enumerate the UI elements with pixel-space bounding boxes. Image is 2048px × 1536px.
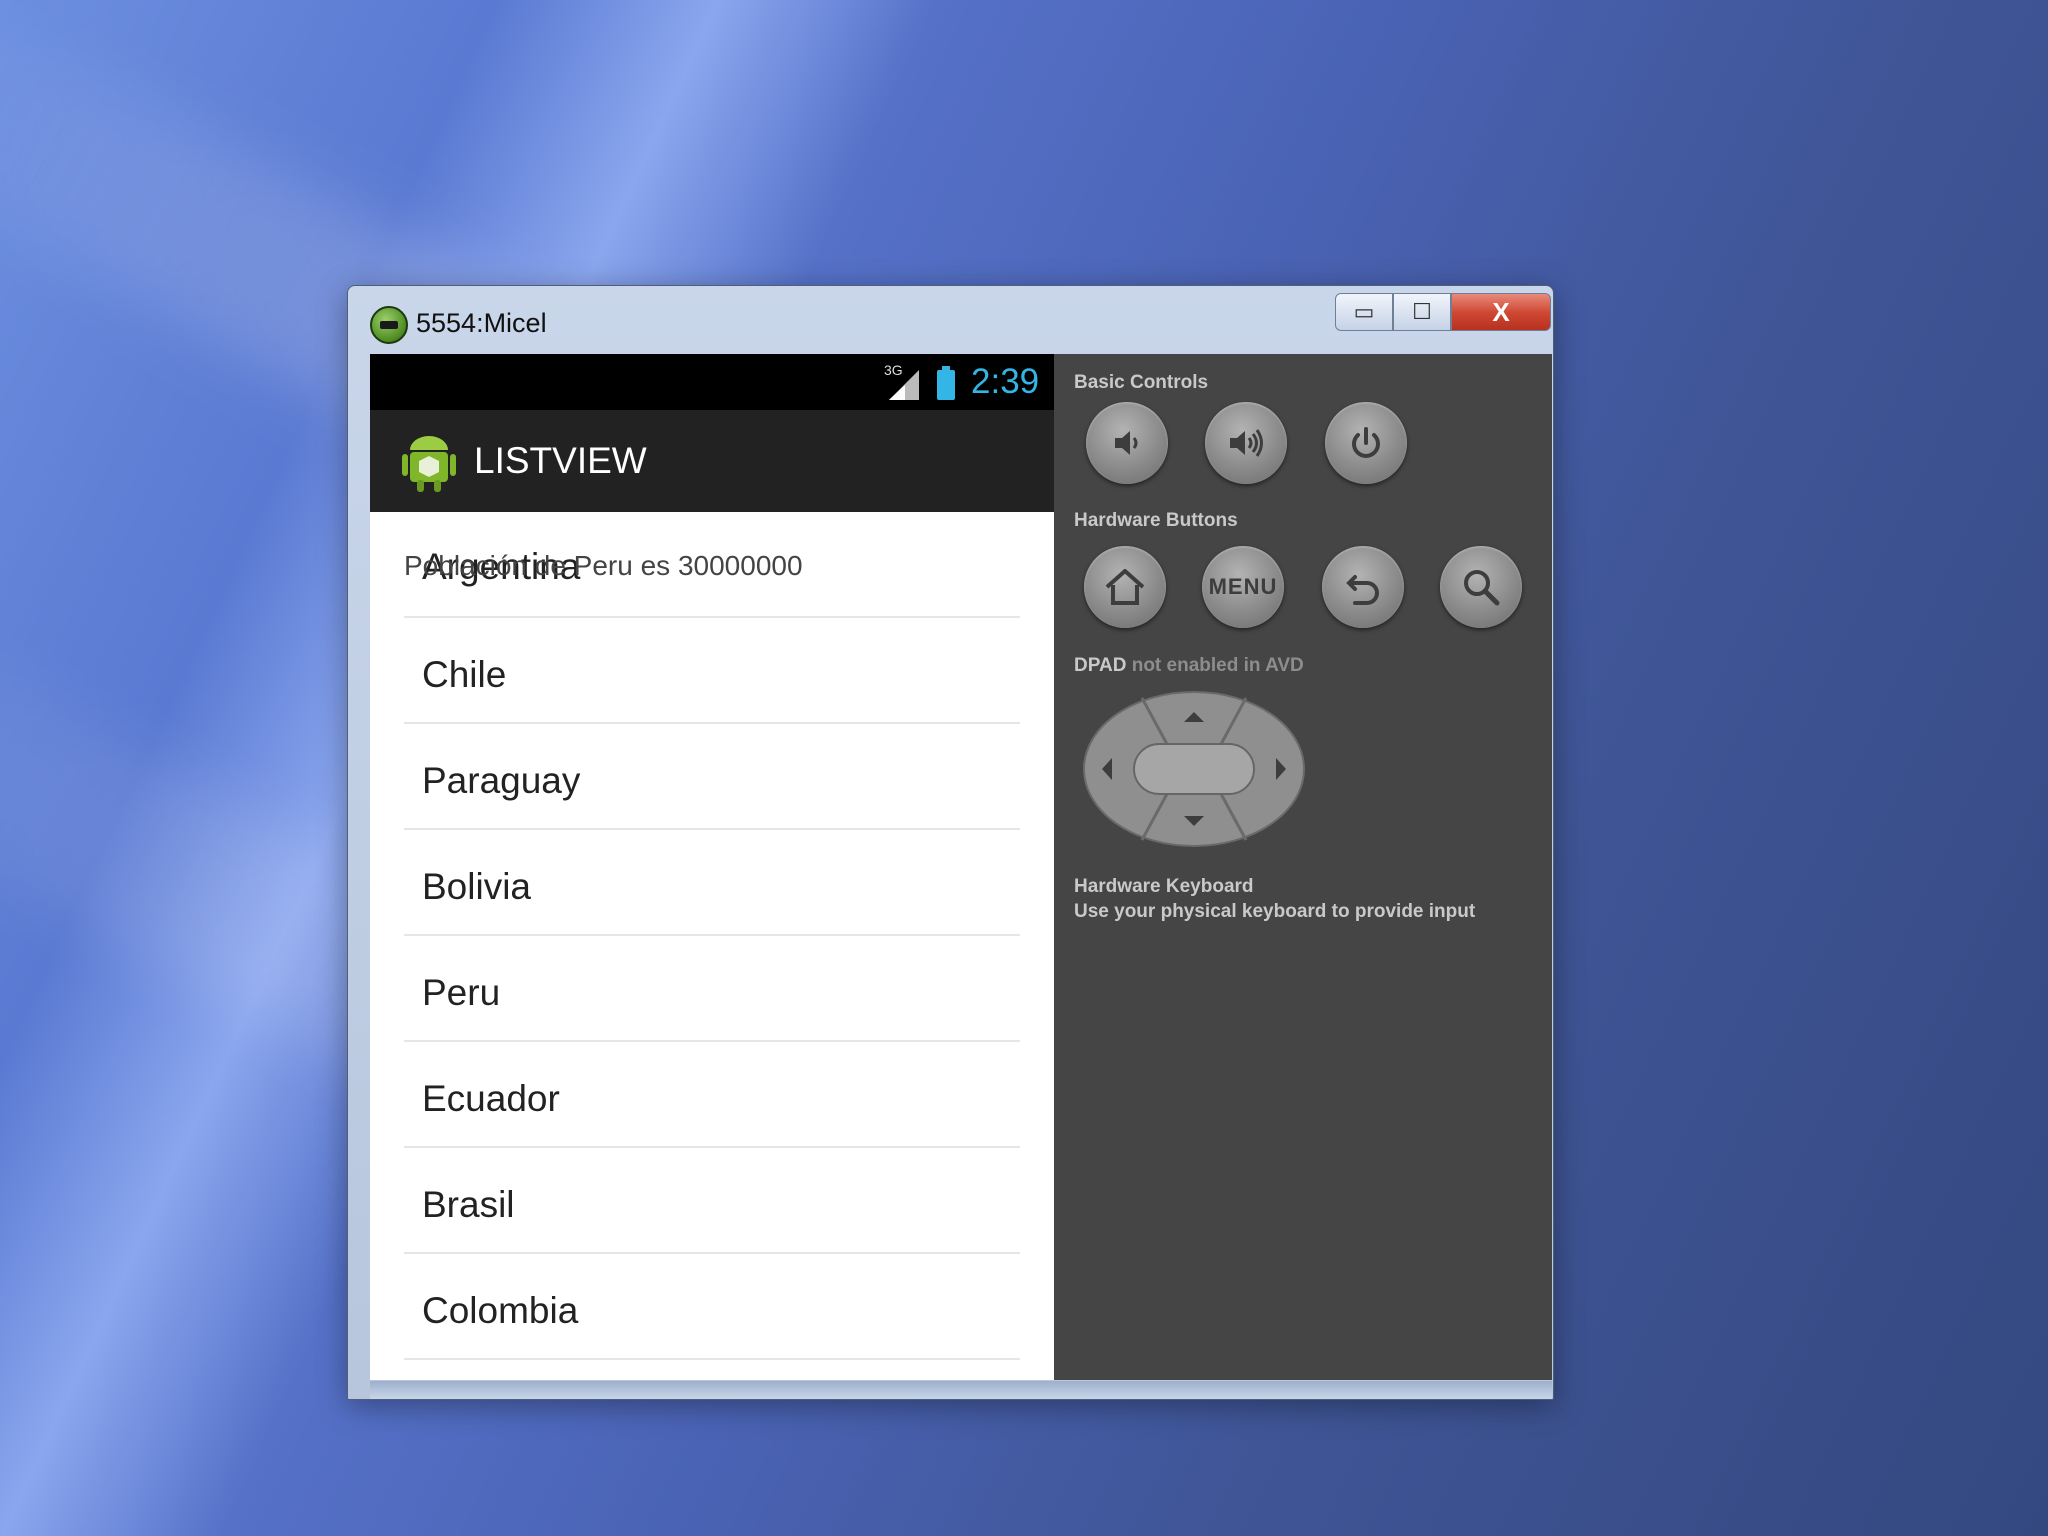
menu-button-label: MENU <box>1208 574 1278 599</box>
list-item-label: Paraguay <box>422 760 581 801</box>
list-item[interactable]: Paraguay <box>404 724 1020 830</box>
back-icon <box>1346 575 1379 605</box>
list-item[interactable]: Bolivia <box>404 830 1020 936</box>
home-button[interactable] <box>1084 546 1166 628</box>
window-title: 5554:Micel <box>416 308 547 338</box>
list-item[interactable]: Ecuador <box>404 1042 1020 1148</box>
android-icon <box>402 436 456 492</box>
back-button[interactable] <box>1322 546 1404 628</box>
hardware-keyboard-heading: Hardware Keyboard <box>1074 876 1254 897</box>
dpad-label: DPAD <box>1074 655 1127 676</box>
dpad-control <box>1083 691 1305 847</box>
search-icon <box>1464 570 1500 606</box>
list-item[interactable]: Peru <box>404 936 1020 1042</box>
window-titlebar[interactable]: 5554:Micel ▭ ☐ X <box>348 286 1553 354</box>
toast-message: Población de Peru es 30000000 <box>404 550 803 581</box>
action-bar: LISTVIEW <box>370 410 1054 512</box>
list-item-label: Peru <box>422 972 501 1013</box>
battery-icon <box>937 366 955 400</box>
list-item-label: Brasil <box>422 1184 515 1225</box>
list-item[interactable]: Brasil <box>404 1148 1020 1254</box>
home-icon <box>1105 569 1145 605</box>
list-item[interactable]: Colombia <box>404 1254 1020 1360</box>
signal-icon <box>889 370 919 400</box>
list-item-label: Chile <box>422 654 507 695</box>
close-button[interactable]: X <box>1451 293 1551 331</box>
list-item-label: Bolivia <box>422 866 531 907</box>
list-item[interactable]: Chile <box>404 618 1020 724</box>
list-item-label: Colombia <box>422 1290 579 1331</box>
country-list: Argentina Chile Paraguay Bolivia Peru Ec… <box>404 512 1020 1360</box>
volume-up-button[interactable] <box>1205 402 1287 484</box>
status-clock: 2:39 <box>971 362 1040 401</box>
emulator-controls-panel: Basic Controls Hardware Buttons MENU DPA… <box>1054 354 1552 1380</box>
hardware-buttons-heading: Hardware Buttons <box>1074 510 1238 531</box>
dpad-note: not enabled in AVD <box>1131 655 1304 676</box>
window-bottom-border <box>370 1381 1552 1399</box>
app-title: LISTVIEW <box>474 440 647 481</box>
minimize-button[interactable]: ▭ <box>1335 293 1393 331</box>
volume-down-icon <box>1115 431 1138 455</box>
emulator-app-icon <box>370 306 408 344</box>
search-button[interactable] <box>1440 546 1522 628</box>
maximize-button[interactable]: ☐ <box>1393 293 1451 331</box>
emulator-client-area: 3G 2:39 LISTVIEW Argentina Chile Paragua… <box>370 354 1552 1380</box>
dpad-heading: DPAD not enabled in AVD <box>1074 655 1304 677</box>
window-controls: ▭ ☐ X <box>1335 293 1551 331</box>
menu-button[interactable]: MENU <box>1202 546 1284 628</box>
list-item-label: Ecuador <box>422 1078 560 1119</box>
hardware-keyboard-note: Use your physical keyboard to provide in… <box>1074 901 1476 922</box>
emulator-window: 5554:Micel ▭ ☐ X 3G 2:39 LISTVIEW Argent… <box>347 285 1554 1400</box>
status-bar: 3G 2:39 <box>370 354 1054 410</box>
power-icon <box>1352 427 1380 458</box>
volume-down-button[interactable] <box>1086 402 1168 484</box>
hardware-keyboard-info: Hardware Keyboard Use your physical keyb… <box>1074 874 1475 924</box>
basic-controls-heading: Basic Controls <box>1074 372 1209 393</box>
volume-up-icon <box>1230 429 1263 457</box>
device-screen: 3G 2:39 LISTVIEW Argentina Chile Paragua… <box>370 354 1054 1380</box>
power-button[interactable] <box>1325 402 1407 484</box>
